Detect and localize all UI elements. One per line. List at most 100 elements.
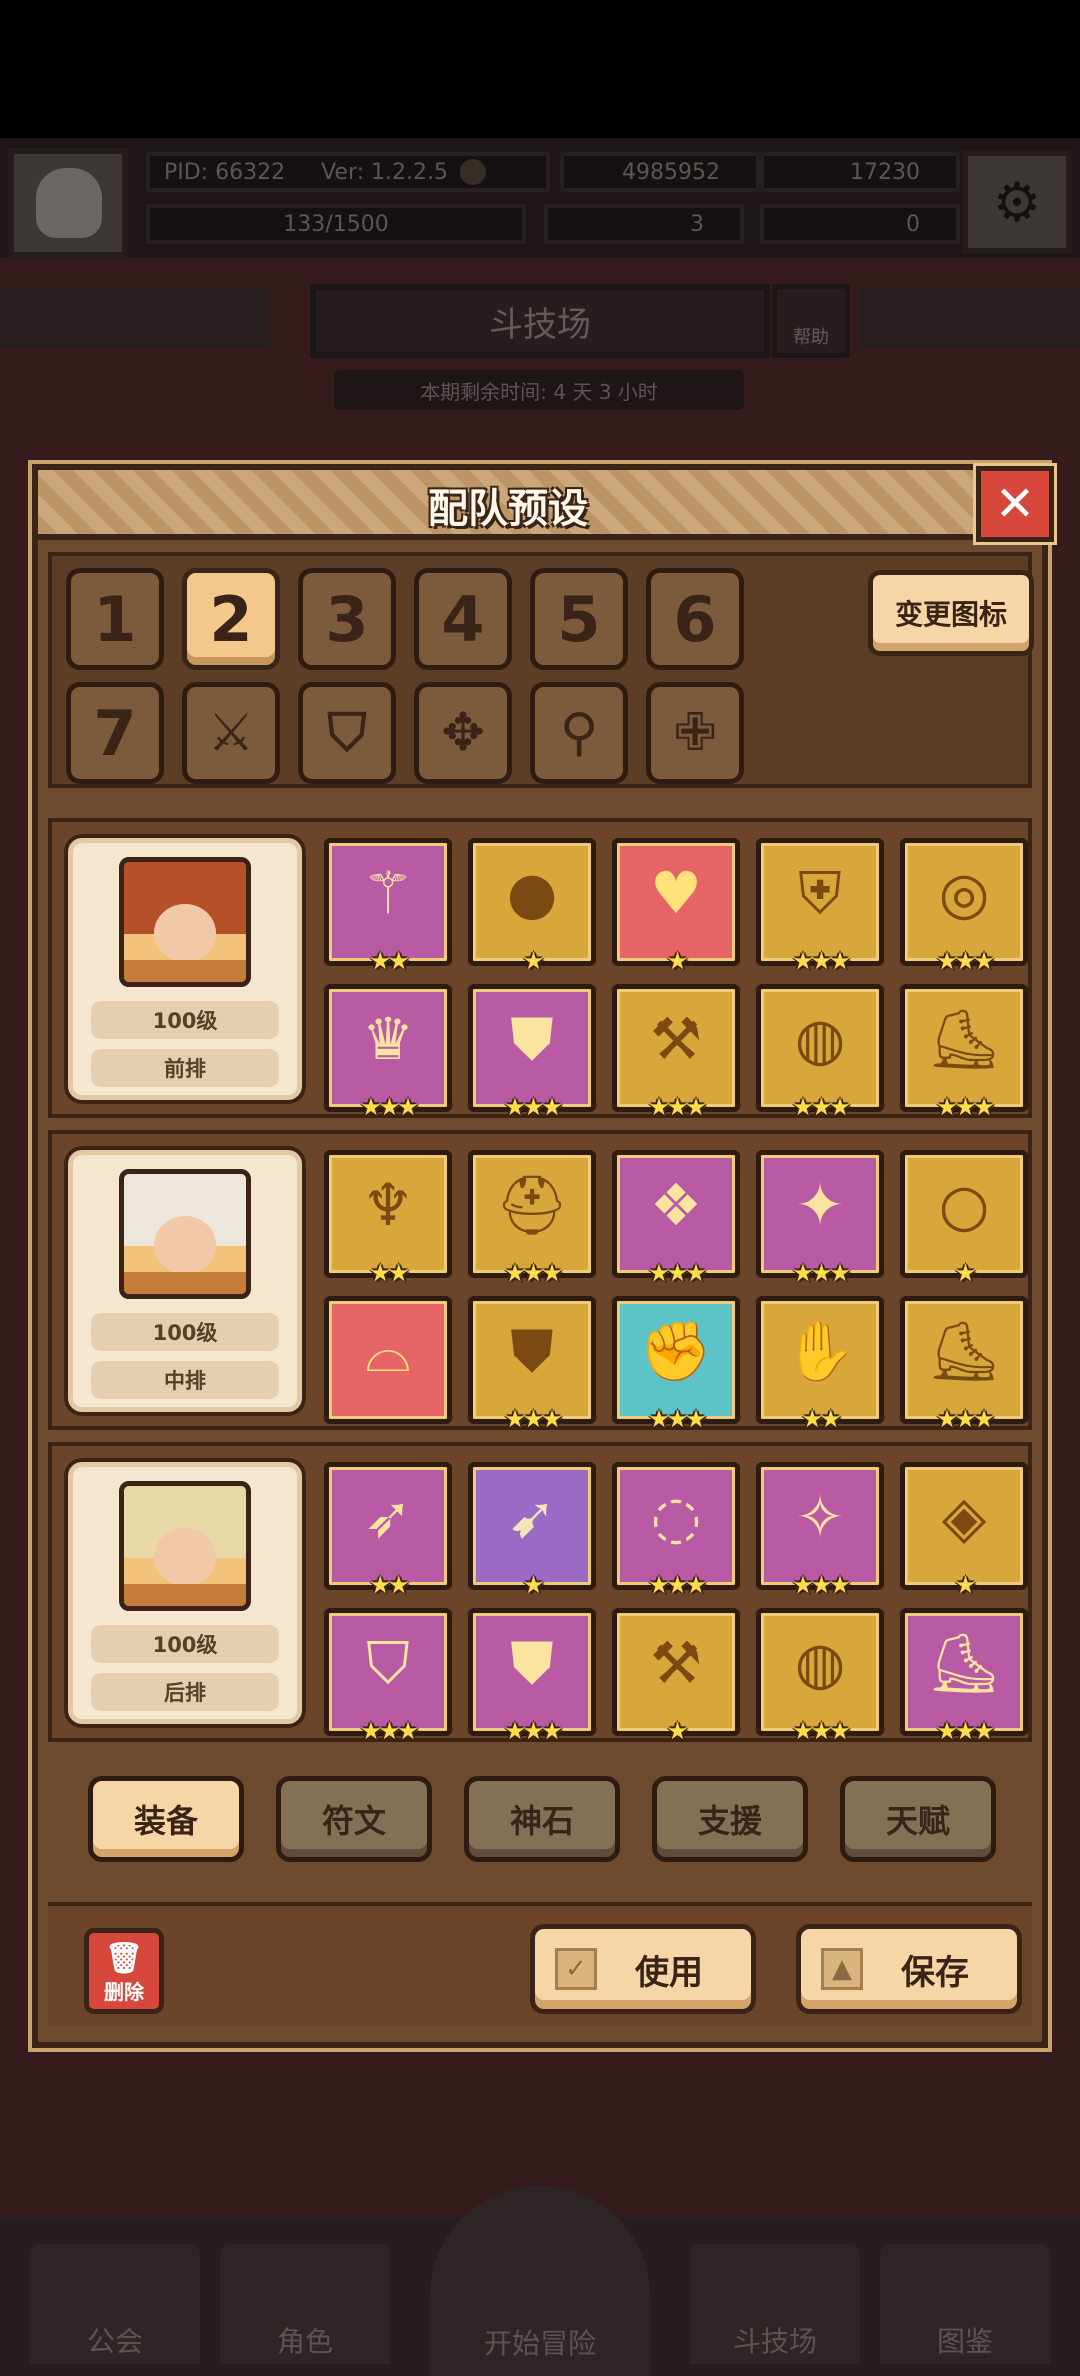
tab-1[interactable]: 符文 xyxy=(276,1776,432,1862)
hero-position: 中排 xyxy=(91,1361,279,1399)
equipment-slot[interactable]: ⛉ ★★★ xyxy=(324,1608,452,1745)
heart-necklace-icon: ♥ xyxy=(650,859,702,927)
tab-2[interactable]: 神石 xyxy=(464,1776,620,1862)
blue-ring-icon: ○ xyxy=(938,1171,990,1239)
equipment-slot[interactable]: ⛊ ★★★ xyxy=(468,1608,596,1745)
equipment-slot[interactable]: ● ★ xyxy=(468,838,596,975)
gold-ring-icon: ◎ xyxy=(938,859,990,927)
cross-icon: ✙ xyxy=(673,703,717,763)
preset-slot-label: 6 xyxy=(673,582,717,656)
equipment-slot[interactable]: ⌓ xyxy=(324,1296,452,1424)
sword-icon: ⚔ xyxy=(207,703,255,763)
preset-slot-1[interactable]: 1 xyxy=(66,568,164,670)
preset-slot-shield-icon[interactable]: ⛉ xyxy=(298,682,396,784)
close-icon[interactable]: ✕ xyxy=(973,463,1057,545)
change-icon-button[interactable]: 变更图标 xyxy=(868,570,1034,656)
green-gloves-icon: ✋ xyxy=(783,1317,857,1385)
use-button[interactable]: ✓ 使用 xyxy=(530,1924,756,2014)
equipment-slot[interactable]: ◍ ★★★ xyxy=(756,984,884,1121)
hero-card[interactable]: 100级后排 xyxy=(68,1462,302,1724)
equipment-slot[interactable]: ⚒ ★ xyxy=(612,1608,740,1745)
tab-label: 装备 xyxy=(133,1802,198,1840)
helm-icon: ⛑ xyxy=(495,1171,569,1239)
preset-slot-3[interactable]: 3 xyxy=(298,568,396,670)
preset-slot-4[interactable]: 4 xyxy=(414,568,512,670)
equipment-slot[interactable]: ⛸ ★★★ xyxy=(900,1296,1028,1433)
equipment-slot[interactable]: ♛ ★★★ xyxy=(324,984,452,1121)
equipment-slot[interactable]: ⛊ ★★★ xyxy=(468,1296,596,1433)
equipment-slot[interactable]: ➶ ★★ xyxy=(324,1462,452,1599)
equipment-slot[interactable]: ⛑ ★★★ xyxy=(468,1150,596,1287)
jewel-armor-icon: ✦ xyxy=(795,1171,845,1239)
delete-button[interactable]: 🗑 删除 xyxy=(84,1928,164,2014)
star-rating: ★★★ xyxy=(936,1405,995,1433)
star-rating: ★★★ xyxy=(936,1717,995,1745)
star-rating: ★ xyxy=(522,947,545,975)
tab-0[interactable]: 装备 xyxy=(88,1776,244,1862)
hero-card[interactable]: 100级中排 xyxy=(68,1150,302,1412)
equipment-slot[interactable]: ◈ ★ xyxy=(900,1462,1028,1599)
star-rating: ★ xyxy=(954,1259,977,1287)
equipment-slot[interactable]: ♥ ★ xyxy=(612,838,740,975)
hero-position: 后排 xyxy=(91,1673,279,1711)
equipment-slot[interactable]: ✋ ★★ xyxy=(756,1296,884,1433)
save-button[interactable]: ▲ 保存 xyxy=(796,1924,1022,2014)
preset-slot-7[interactable]: 7 xyxy=(66,682,164,784)
hero-level: 100级 xyxy=(91,1313,279,1351)
star-rating: ★★★ xyxy=(792,1717,851,1745)
star-rating: ★★★ xyxy=(792,947,851,975)
equipment-slot[interactable]: ✧ ★★★ xyxy=(756,1462,884,1599)
equipment-slot[interactable]: ⛨ ★★★ xyxy=(756,838,884,975)
preset-slot-5[interactable]: 5 xyxy=(530,568,628,670)
hero-row: 100级 后排 ➶ ★★ ➹ ★ ◌ ★★★ ✧ ★★★ ◈ ★ ⛉ ★★★ ⛊ ★★★ ⚒ ★ ◍ ★★★ ⛸ ★★★ xyxy=(48,1442,1032,1745)
equipment-slot[interactable]: ❖ ★★★ xyxy=(612,1150,740,1287)
hero-row: 100级 中排 ♆ ★★ ⛑ ★★★ ❖ ★★★ ✦ ★★★ ○ ★ ⌓ ⛊ ★★★ ✊ ★★★ ✋ ★★ ⛸ ★★★ xyxy=(48,1130,1032,1433)
equipment-slot[interactable]: ○ ★ xyxy=(900,1150,1028,1287)
equipment-slot[interactable]: ◍ ★★★ xyxy=(756,1608,884,1745)
equipment-slot[interactable]: ⚒ ★★★ xyxy=(612,984,740,1121)
star-rating: ★★★ xyxy=(648,1571,707,1599)
preset-slot-crosshair-icon[interactable]: ✥ xyxy=(414,682,512,784)
star-rating: ★★ xyxy=(369,1259,409,1287)
preset-slot-6[interactable]: 6 xyxy=(646,568,744,670)
hero-position: 前排 xyxy=(91,1049,279,1087)
equipment-slot[interactable]: ◌ ★★★ xyxy=(612,1462,740,1599)
preset-slot-sword-icon[interactable]: ⚔ xyxy=(182,682,280,784)
equipment-slot[interactable]: ✊ ★★★ xyxy=(612,1296,740,1433)
gauntlet-icon: ✊ xyxy=(639,1317,713,1385)
preset-slot-cross-icon[interactable]: ✙ xyxy=(646,682,744,784)
boots-icon: ⛸ xyxy=(927,1005,1001,1073)
equipment-slot[interactable]: ⛸ ★★★ xyxy=(900,1608,1028,1745)
equipment-slot[interactable]: ⛊ ★★★ xyxy=(468,984,596,1121)
shield-icon: ⛉ xyxy=(327,702,367,763)
preset-slot-label: 1 xyxy=(93,582,137,656)
equipment-slot[interactable]: ⛸ ★★★ xyxy=(900,984,1028,1121)
star-rating: ★★★ xyxy=(648,1405,707,1433)
star-rating: ★★★ xyxy=(792,1093,851,1121)
star-rating: ★★★ xyxy=(504,1259,563,1287)
preset-slot-staff-icon[interactable]: ⚲ xyxy=(530,682,628,784)
hat-icon: ⌓ xyxy=(365,1317,411,1385)
hero-level: 100级 xyxy=(91,1625,279,1663)
tab-3[interactable]: 支援 xyxy=(652,1776,808,1862)
equipment-slot[interactable]: ✦ ★★★ xyxy=(756,1150,884,1287)
save-icon: ▲ xyxy=(821,1948,863,1990)
save-label: 保存 xyxy=(901,1952,969,1993)
star-rating: ★★★ xyxy=(792,1571,851,1599)
preset-slot-area: 1 2 3 4 5 6 7 ⚔ ⛉ ✥ ⚲ ✙ 变更图标 xyxy=(48,552,1034,788)
equipment-slot[interactable]: ◎ ★★★ xyxy=(900,838,1028,975)
change-icon-label: 变更图标 xyxy=(894,598,1007,631)
star-rating: ★★★ xyxy=(504,1717,563,1745)
preset-slot-2[interactable]: 2 xyxy=(182,568,280,670)
preset-slot-label: 2 xyxy=(209,582,253,656)
war-hammer-icon: ⚒ xyxy=(650,1629,702,1697)
preset-slot-label: 7 xyxy=(93,696,137,770)
equipment-slot[interactable]: ⚚ ★★ xyxy=(324,838,452,975)
use-label: 使用 xyxy=(635,1952,703,1993)
hero-card[interactable]: 100级 前排 xyxy=(68,838,302,1100)
dark-coat-icon: ⛊ xyxy=(510,1629,554,1697)
tab-4[interactable]: 天赋 xyxy=(840,1776,996,1862)
equipment-slot[interactable]: ♆ ★★ xyxy=(324,1150,452,1287)
pendant-icon: ❖ xyxy=(650,1171,702,1239)
equipment-slot[interactable]: ➹ ★ xyxy=(468,1462,596,1599)
